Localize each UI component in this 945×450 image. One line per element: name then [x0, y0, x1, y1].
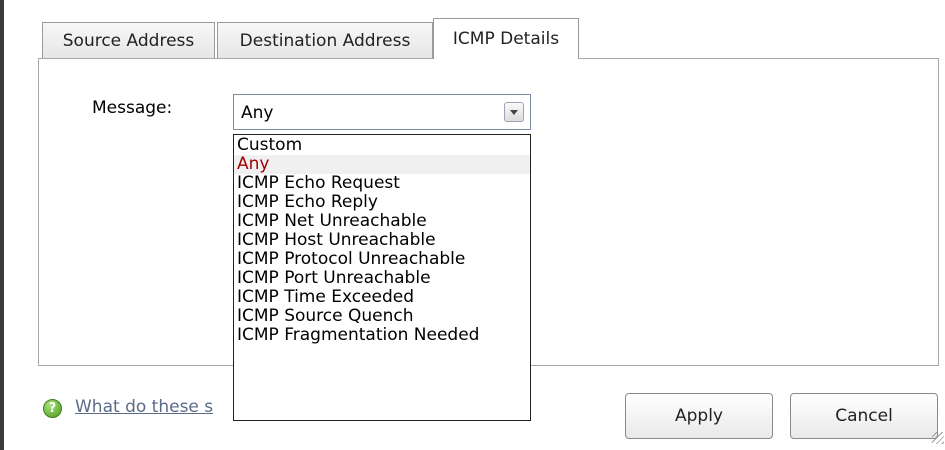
help-icon[interactable]: ? — [43, 399, 62, 418]
dropdown-option-selected[interactable]: Any — [234, 155, 530, 174]
dropdown-option[interactable]: ICMP Echo Request — [234, 174, 530, 193]
tab-source-address[interactable]: Source Address — [42, 22, 215, 58]
dropdown-option[interactable]: ICMP Host Unreachable — [234, 231, 530, 250]
message-dropdown-list: Custom Any ICMP Echo Request ICMP Echo R… — [233, 134, 531, 421]
cancel-button[interactable]: Cancel — [790, 393, 938, 439]
apply-button[interactable]: Apply — [625, 393, 773, 439]
dropdown-option[interactable]: ICMP Net Unreachable — [234, 212, 530, 231]
chevron-down-icon[interactable] — [504, 102, 524, 122]
message-select[interactable]: Any — [233, 94, 531, 130]
message-select-value: Any — [241, 103, 274, 123]
dropdown-option[interactable]: ICMP Port Unreachable — [234, 269, 530, 288]
dropdown-option[interactable]: ICMP Source Quench — [234, 307, 530, 326]
dropdown-option[interactable]: ICMP Protocol Unreachable — [234, 250, 530, 269]
dropdown-option[interactable]: Custom — [234, 136, 530, 155]
help-link[interactable]: What do these s — [75, 397, 235, 417]
tab-destination-address[interactable]: Destination Address — [217, 22, 433, 58]
tab-icmp-details[interactable]: ICMP Details — [433, 18, 579, 59]
window-left-edge — [0, 0, 4, 450]
dropdown-option[interactable]: ICMP Time Exceeded — [234, 288, 530, 307]
resize-grip[interactable] — [932, 432, 944, 444]
dropdown-option[interactable]: ICMP Fragmentation Needed — [234, 326, 530, 345]
dropdown-option[interactable]: ICMP Echo Reply — [234, 193, 530, 212]
message-label: Message: — [92, 98, 173, 118]
